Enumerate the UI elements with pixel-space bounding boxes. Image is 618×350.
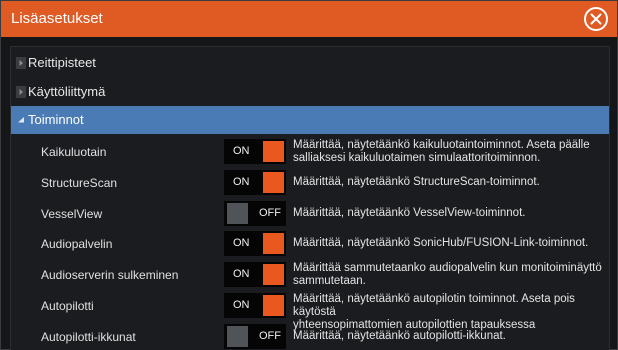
- toggle-state: OFF: [259, 207, 281, 219]
- category-features[interactable]: Toiminnot: [11, 106, 609, 134]
- category-label: Käyttöliittymä: [28, 84, 106, 99]
- toggle-knob: [227, 203, 248, 224]
- description-line: Määrittää, näytetäänkö SonicHub/FUSION-L…: [293, 237, 589, 249]
- setting-name: Kaikuluotain: [41, 145, 107, 159]
- toggle-knob: [263, 233, 284, 254]
- audio-server-shutdown-toggle[interactable]: ON: [224, 262, 286, 287]
- setting-description: Määrittää, näytetäänkö StructureScan-toi…: [293, 176, 605, 189]
- expand-arrow-icon[interactable]: [16, 86, 26, 98]
- advanced-settings-dialog: Lisäasetukset Reittipisteet Käyttöliitty…: [0, 0, 618, 350]
- toggle-knob: [263, 141, 284, 162]
- category-label: Toiminnot: [28, 112, 84, 127]
- description-line: Määrittää, näytetäänkö autopilotti-ikkun…: [293, 330, 506, 342]
- description-line: salliaksesi kaikuluotaimen simulaattorit…: [293, 152, 541, 164]
- setting-name: StructureScan: [41, 176, 118, 190]
- setting-row-audio-server: Audiopalvelin ON Määrittää, näytetäänkö …: [11, 229, 609, 258]
- toggle-knob: [263, 295, 284, 316]
- toggle-knob: [263, 172, 284, 193]
- toggle-knob: [227, 326, 248, 347]
- toggle-knob: [263, 264, 284, 285]
- settings-tree: Reittipisteet Käyttöliittymä Toiminnot K…: [10, 46, 610, 350]
- description-line: Määrittää, näytetäänkö StructureScan-toi…: [293, 176, 540, 188]
- sonar-toggle[interactable]: ON: [224, 139, 286, 164]
- description-line: Määrittää sammutetaanko audiopalvelin ku…: [293, 262, 602, 274]
- close-button[interactable]: [584, 7, 608, 31]
- toggle-state: OFF: [259, 330, 281, 342]
- setting-description: Määrittää sammutetaanko audiopalvelin ku…: [293, 262, 605, 288]
- category-user-interface[interactable]: Käyttöliittymä: [11, 78, 609, 106]
- toggle-state: ON: [233, 299, 250, 311]
- setting-description: Määrittää, näytetäänkö SonicHub/FUSION-L…: [293, 237, 605, 250]
- description-line: Määrittää, näytetäänkö kaikuluotaintoimi…: [293, 139, 590, 151]
- category-label: Reittipisteet: [28, 55, 96, 70]
- setting-row-sonar: Kaikuluotain ON Määrittää, näytetäänkö k…: [11, 137, 609, 166]
- setting-name: VesselView: [41, 207, 103, 221]
- setting-description: Määrittää, näytetäänkö VesselView-toimin…: [293, 207, 605, 220]
- toggle-state: ON: [233, 237, 250, 249]
- setting-description: Määrittää, näytetäänkö autopilotti-ikkun…: [293, 330, 605, 343]
- setting-row-structurescan: StructureScan ON Määrittää, näytetäänkö …: [11, 168, 609, 197]
- toggle-state: ON: [233, 176, 250, 188]
- setting-row-audio-server-shutdown: Audioserverin sulkeminen ON Määrittää sa…: [11, 260, 609, 289]
- setting-name: Audioserverin sulkeminen: [41, 268, 179, 282]
- toggle-state: ON: [233, 268, 250, 280]
- structurescan-toggle[interactable]: ON: [224, 170, 286, 195]
- dialog-title: Lisäasetukset: [11, 10, 103, 27]
- title-bar: Lisäasetukset: [1, 1, 617, 37]
- autopilot-toggle[interactable]: ON: [224, 293, 286, 318]
- vesselview-toggle[interactable]: OFF: [224, 201, 286, 226]
- setting-name: Autopilotti: [41, 299, 94, 313]
- collapse-arrow-icon[interactable]: [16, 114, 26, 126]
- category-waypoints[interactable]: Reittipisteet: [11, 49, 609, 77]
- setting-row-autopilot: Autopilotti ON Määrittää, näytetäänkö au…: [11, 291, 609, 331]
- toggle-state: ON: [233, 145, 250, 157]
- description-line: Määrittää, näytetäänkö VesselView-toimin…: [293, 207, 526, 219]
- expand-arrow-icon[interactable]: [16, 57, 26, 69]
- setting-name: Audiopalvelin: [41, 237, 113, 251]
- setting-name: Autopilotti-ikkunat: [41, 330, 136, 344]
- setting-description: Määrittää, näytetäänkö kaikuluotaintoimi…: [293, 139, 605, 165]
- setting-row-vesselview: VesselView OFF Määrittää, näytetäänkö Ve…: [11, 199, 609, 228]
- close-icon: [590, 13, 602, 25]
- audio-server-toggle[interactable]: ON: [224, 231, 286, 256]
- description-line: sammutetaan.: [293, 275, 366, 287]
- description-line: Määrittää, näytetäänkö autopilotin toimi…: [293, 293, 575, 318]
- autopilot-windows-toggle[interactable]: OFF: [224, 324, 286, 349]
- setting-row-autopilot-windows: Autopilotti-ikkunat OFF Määrittää, näyte…: [11, 322, 609, 350]
